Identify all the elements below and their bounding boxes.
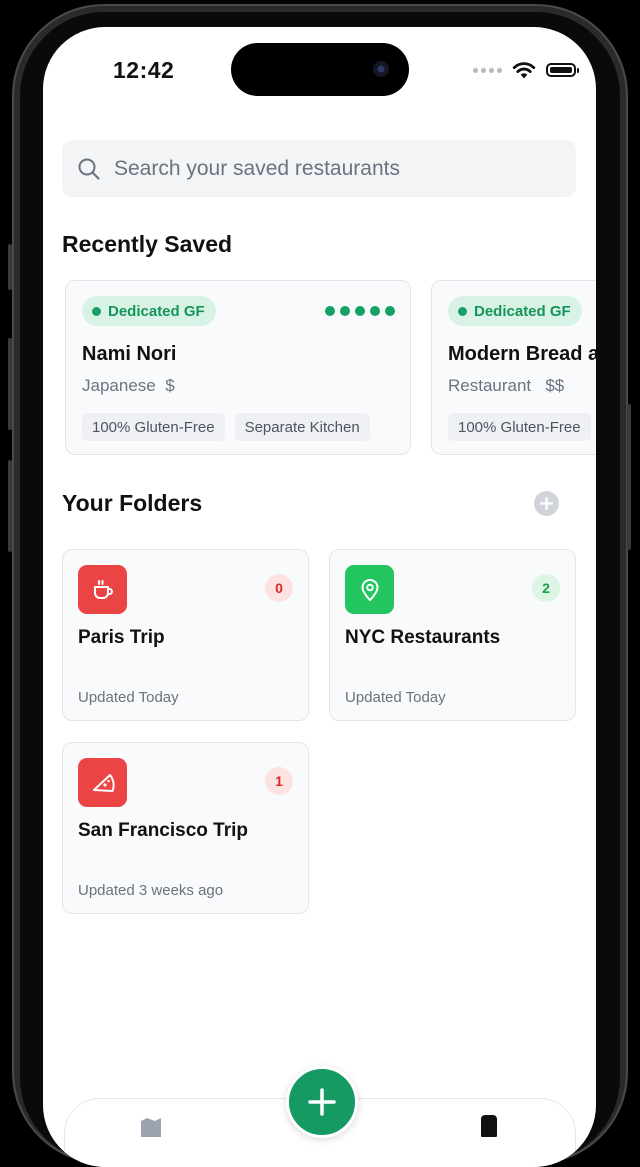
add-folder-button[interactable] bbox=[534, 491, 559, 516]
restaurant-card[interactable]: Dedicated GF Nami Nori Japanese $ 100% G… bbox=[65, 280, 411, 455]
cuisine-label: Restaurant bbox=[448, 376, 532, 395]
rating-dot-icon bbox=[385, 306, 395, 316]
pizza-icon bbox=[92, 773, 115, 792]
your-folders-heading: Your Folders bbox=[62, 490, 203, 516]
cuisine-label: Japanese bbox=[82, 376, 156, 395]
folder-updated: Updated Today bbox=[345, 689, 446, 706]
tag-list: 100% Gluten-Free Separate Kitchen bbox=[82, 413, 370, 441]
folder-name: San Francisco Trip bbox=[78, 820, 248, 841]
folder-count-badge: 1 bbox=[265, 767, 293, 795]
badge-label: Dedicated GF bbox=[108, 302, 205, 320]
badge-label: Dedicated GF bbox=[474, 302, 571, 320]
rating-dot-icon bbox=[355, 306, 365, 316]
search-icon bbox=[78, 158, 100, 180]
tag: Separate Kitchen bbox=[234, 413, 370, 441]
volume-down-button bbox=[8, 460, 12, 552]
wifi-icon bbox=[512, 62, 536, 79]
tag-list: 100% Gluten-Free bbox=[448, 413, 591, 441]
folder-card-nyc-restaurants[interactable]: 2 NYC Restaurants Updated Today bbox=[329, 549, 576, 721]
restaurant-card[interactable]: Dedicated GF Modern Bread and Bagel Rest… bbox=[431, 280, 596, 455]
folder-icon-tile bbox=[78, 565, 127, 614]
rating-dots bbox=[325, 306, 395, 316]
recently-saved-heading: Recently Saved bbox=[62, 231, 233, 257]
restaurant-cuisine: Japanese $ bbox=[82, 376, 175, 396]
folder-card-san-francisco-trip[interactable]: 1 San Francisco Trip Updated 3 weeks ago bbox=[62, 742, 309, 914]
search-input[interactable] bbox=[112, 155, 536, 182]
map-icon[interactable] bbox=[140, 1117, 162, 1137]
battery-icon bbox=[546, 63, 579, 77]
dedicated-gf-badge: Dedicated GF bbox=[448, 296, 582, 326]
rating-dot-icon bbox=[340, 306, 350, 316]
folder-card-paris-trip[interactable]: 0 Paris Trip Updated Today bbox=[62, 549, 309, 721]
dynamic-island bbox=[231, 43, 409, 96]
app-screen: 12:42 Recently Saved Dedicated GF bbox=[43, 27, 596, 1167]
status-time: 12:42 bbox=[113, 57, 175, 83]
volume-up-button bbox=[8, 338, 12, 430]
status-indicators bbox=[473, 61, 579, 79]
price-label: $ bbox=[165, 376, 175, 395]
folder-count-badge: 0 bbox=[265, 574, 293, 602]
dedicated-gf-badge: Dedicated GF bbox=[82, 296, 216, 326]
tag: 100% Gluten-Free bbox=[448, 413, 591, 441]
restaurant-name: Modern Bread and Bagel bbox=[448, 343, 596, 365]
restaurant-cuisine: Restaurant $$ bbox=[448, 376, 564, 396]
plus-icon bbox=[308, 1088, 336, 1116]
price-label: $$ bbox=[545, 376, 565, 395]
coffee-icon bbox=[93, 579, 113, 599]
folder-icon-tile bbox=[345, 565, 394, 614]
tag: 100% Gluten-Free bbox=[82, 413, 225, 441]
rating-dot-icon bbox=[325, 306, 335, 316]
action-button bbox=[8, 244, 12, 290]
power-button bbox=[627, 404, 631, 550]
badge-dot-icon bbox=[458, 306, 467, 316]
add-button[interactable] bbox=[286, 1066, 358, 1138]
restaurant-name: Nami Nori bbox=[82, 343, 177, 365]
badge-dot-icon bbox=[92, 306, 101, 316]
cellular-signal-icon bbox=[473, 67, 502, 73]
search-bar[interactable] bbox=[62, 140, 576, 197]
folder-updated: Updated Today bbox=[78, 689, 179, 706]
folder-name: Paris Trip bbox=[78, 627, 165, 648]
camera-icon bbox=[373, 61, 389, 77]
folder-icon-tile bbox=[78, 758, 127, 807]
plus-icon bbox=[540, 497, 553, 510]
folder-name: NYC Restaurants bbox=[345, 627, 501, 648]
folder-count-badge: 2 bbox=[532, 574, 560, 602]
rating-dot-icon bbox=[370, 306, 380, 316]
location-pin-icon bbox=[361, 578, 378, 601]
folder-updated: Updated 3 weeks ago bbox=[78, 882, 224, 899]
